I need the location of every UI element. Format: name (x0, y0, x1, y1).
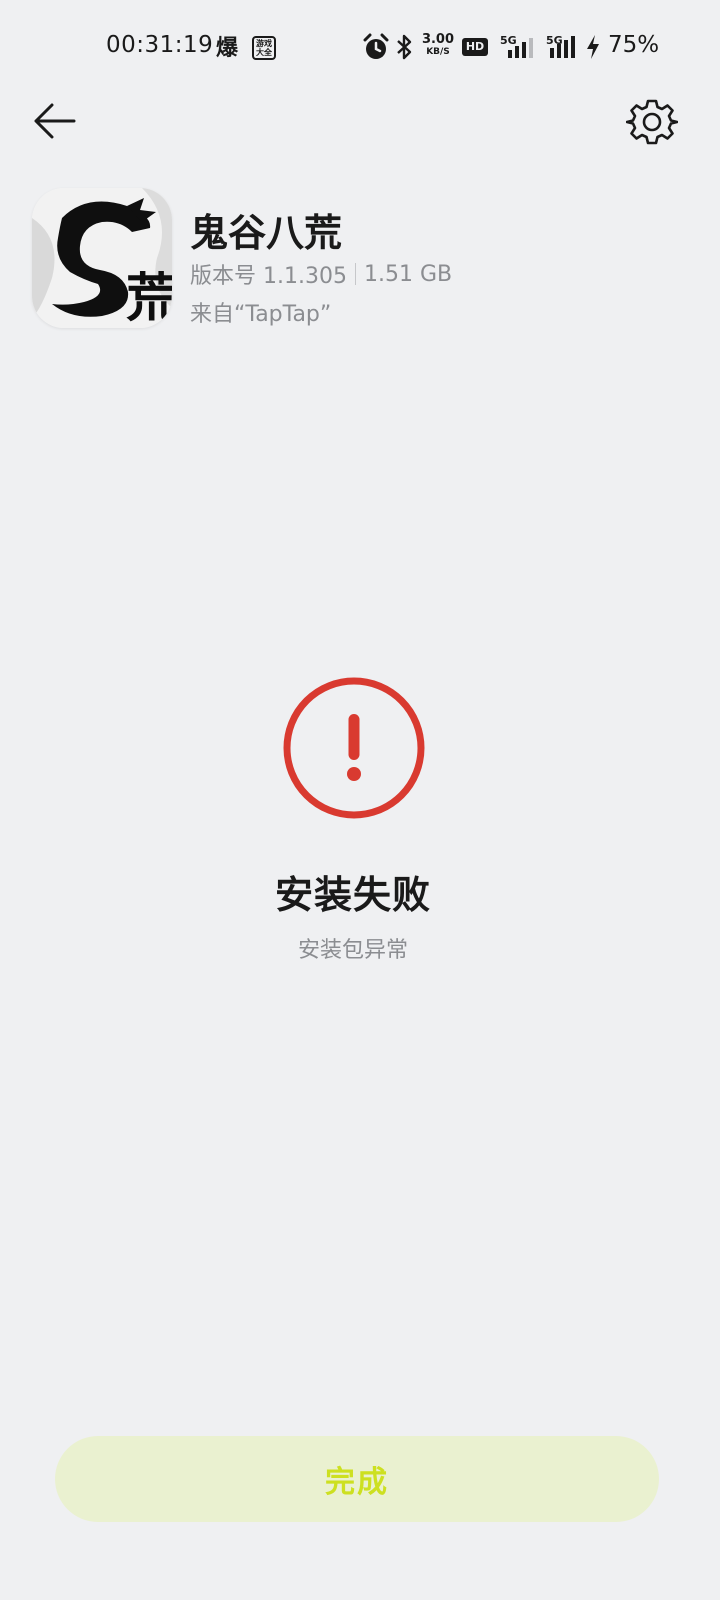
network-speed: 3.00 KB/S (421, 32, 455, 57)
gear-icon[interactable] (626, 96, 678, 148)
status-bar: 00:31:19 爆 游戏 大全 3.00 KB/S HD 5G 5G 75% (0, 0, 720, 96)
install-status-title: 安装失败 (274, 873, 431, 917)
status-time: 00:31:19 (106, 32, 214, 58)
dragon-logo-icon: 荒 (32, 188, 172, 328)
app-source: 来自“TapTap” (190, 302, 332, 327)
battery-level: 75% (608, 32, 660, 58)
meta-divider (354, 263, 356, 285)
alarm-icon (363, 33, 389, 59)
app-name: 鬼谷八荒 (190, 211, 343, 255)
install-status-reason: 安装包异常 (297, 938, 408, 963)
charging-icon (587, 35, 599, 59)
exclamation-circle-icon (283, 677, 425, 819)
back-arrow-icon[interactable] (30, 98, 80, 144)
app-meta: 版本号 1.1.305 1.51 GB (190, 258, 452, 290)
notification-app-icon: 游戏 大全 (252, 36, 276, 60)
svg-text:荒: 荒 (126, 268, 172, 328)
screen: 00:31:19 爆 游戏 大全 3.00 KB/S HD 5G 5G 75% … (0, 0, 720, 1600)
app-icon: 荒 (32, 188, 172, 328)
app-size: 1.51 GB (363, 261, 453, 287)
done-button[interactable]: 完成 (55, 1436, 659, 1522)
signal-icon-2: 5G (546, 34, 575, 58)
signal-icon: 5G (500, 34, 533, 58)
hd-voice-badge: HD (462, 38, 488, 56)
bluetooth-icon (397, 34, 412, 60)
app-version: 版本号 1.1.305 (190, 264, 347, 289)
svg-text:5G: 5G (500, 34, 517, 47)
notification-app-glyph: 爆 (216, 36, 239, 61)
